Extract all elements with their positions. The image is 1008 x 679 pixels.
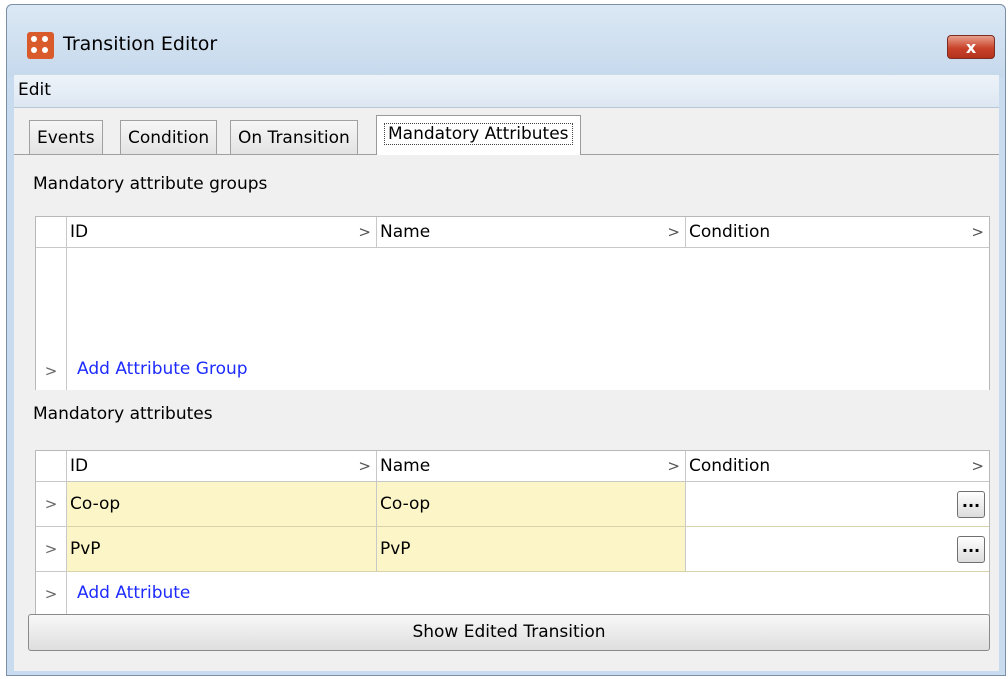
chevron-right-icon: > bbox=[667, 457, 680, 475]
chevron-right-icon: > bbox=[36, 572, 67, 617]
attribute-groups-label: Mandatory attribute groups bbox=[33, 174, 268, 194]
attribute-condition-cell[interactable]: ... bbox=[686, 527, 989, 572]
table-row[interactable]: > Co-op Co-op ... bbox=[36, 482, 989, 527]
chevron-right-icon: > bbox=[36, 352, 67, 390]
chevron-right-icon: > bbox=[358, 223, 371, 241]
edit-condition-button[interactable]: ... bbox=[957, 491, 985, 518]
chevron-right-icon: > bbox=[971, 457, 984, 475]
attribute-name-cell[interactable]: Co-op bbox=[377, 482, 686, 527]
attributes-label: Mandatory attributes bbox=[33, 404, 213, 424]
chevron-right-icon: > bbox=[971, 223, 984, 241]
add-attribute-link[interactable]: Add Attribute bbox=[77, 583, 190, 603]
chevron-right-icon: > bbox=[36, 482, 67, 527]
groups-empty-rowhdr bbox=[36, 248, 67, 352]
attribute-condition-cell[interactable]: ... bbox=[686, 482, 989, 527]
title-bar: Transition Editor x bbox=[7, 5, 1005, 77]
window-title: Transition Editor bbox=[63, 33, 218, 55]
table-row[interactable]: > PvP PvP ... bbox=[36, 527, 989, 572]
attribute-id-cell[interactable]: Co-op bbox=[67, 482, 377, 527]
attributes-col-id[interactable]: ID > bbox=[67, 451, 377, 481]
transition-editor-window: Transition Editor x Edit Events Conditio… bbox=[6, 4, 1006, 676]
attributes-col-name[interactable]: Name > bbox=[377, 451, 686, 481]
show-edited-transition-button[interactable]: Show Edited Transition bbox=[28, 614, 990, 651]
editor-content: Events Condition On Transition Mandatory… bbox=[14, 108, 999, 671]
groups-col-condition[interactable]: Condition > bbox=[686, 217, 989, 247]
tab-events[interactable]: Events bbox=[29, 120, 103, 154]
tab-mandatory-attributes[interactable]: Mandatory Attributes bbox=[376, 115, 581, 155]
groups-header-row: ID > Name > Condition > bbox=[36, 217, 989, 248]
tab-condition[interactable]: Condition bbox=[120, 120, 218, 154]
attribute-groups-grid: ID > Name > Condition > > Add Attribute Gro… bbox=[35, 216, 990, 390]
add-attribute-group-link[interactable]: Add Attribute Group bbox=[77, 359, 248, 379]
tab-on-transition[interactable]: On Transition bbox=[230, 120, 358, 154]
app-icon bbox=[27, 32, 54, 59]
attribute-id-cell[interactable]: PvP bbox=[67, 527, 377, 572]
chevron-right-icon: > bbox=[358, 457, 371, 475]
chevron-right-icon: > bbox=[36, 527, 67, 572]
edit-condition-button[interactable]: ... bbox=[957, 536, 985, 563]
attributes-col-condition[interactable]: Condition > bbox=[686, 451, 989, 481]
groups-col-id[interactable]: ID > bbox=[67, 217, 377, 247]
groups-header-corner bbox=[36, 217, 67, 247]
attributes-header-row: ID > Name > Condition > bbox=[36, 451, 989, 482]
attributes-header-corner bbox=[36, 451, 67, 481]
menu-edit[interactable]: Edit bbox=[18, 80, 51, 100]
close-button[interactable]: x bbox=[947, 35, 995, 59]
menu-bar: Edit bbox=[14, 75, 999, 108]
tab-mandatory-attributes-label: Mandatory Attributes bbox=[384, 123, 573, 145]
groups-col-name[interactable]: Name > bbox=[377, 217, 686, 247]
attributes-grid: ID > Name > Condition > > Co-op Co-op ... >… bbox=[35, 450, 990, 617]
attribute-name-cell[interactable]: PvP bbox=[377, 527, 686, 572]
chevron-right-icon: > bbox=[667, 223, 680, 241]
